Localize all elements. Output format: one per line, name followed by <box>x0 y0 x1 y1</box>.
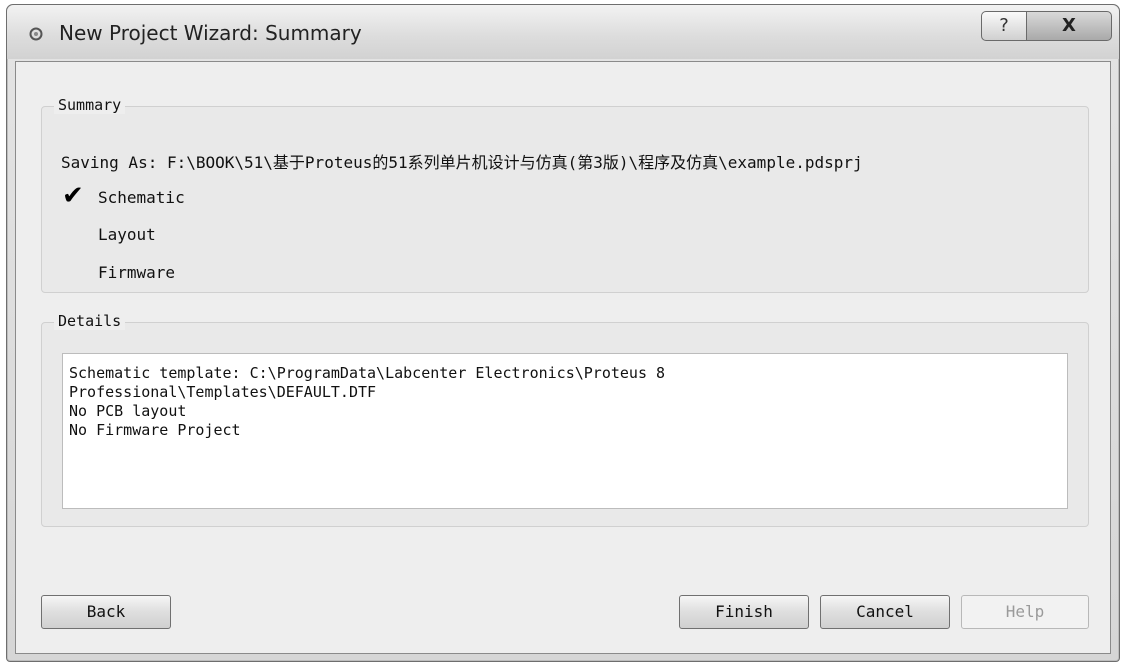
check-icon: ✔ <box>62 181 84 211</box>
summary-group: Summary Saving As: F:\BOOK\51\基于Proteus的… <box>41 96 1089 293</box>
details-line: No Firmware Project <box>69 421 241 439</box>
proteus-app-icon <box>29 27 43 41</box>
saving-as-path: Saving As: F:\BOOK\51\基于Proteus的51系列单片机设… <box>61 153 863 172</box>
option-schematic: Schematic <box>98 188 185 207</box>
help-title-button[interactable]: ? <box>981 11 1027 41</box>
title-bar[interactable]: New Project Wizard: Summary ? X <box>7 5 1119 59</box>
help-button[interactable]: Help <box>961 595 1089 629</box>
details-line: Schematic template: C:\ProgramData\Labce… <box>69 364 666 382</box>
details-textbox[interactable]: Schematic template: C:\ProgramData\Labce… <box>62 353 1068 509</box>
back-button[interactable]: Back <box>41 595 171 629</box>
details-group-label: Details <box>54 312 126 330</box>
dialog-client-area: Summary Saving As: F:\BOOK\51\基于Proteus的… <box>15 61 1111 654</box>
option-firmware: Firmware <box>98 263 176 282</box>
cancel-button[interactable]: Cancel <box>820 595 950 629</box>
details-line: Professional\Templates\DEFAULT.DTF <box>69 383 377 401</box>
details-line: No PCB layout <box>69 402 187 420</box>
details-group: Details Schematic template: C:\ProgramDa… <box>41 312 1089 527</box>
option-layout: Layout <box>98 225 156 244</box>
finish-button[interactable]: Finish <box>679 595 809 629</box>
window-title: New Project Wizard: Summary <box>59 21 362 45</box>
details-text: Schematic template: C:\ProgramData\Labce… <box>69 364 665 440</box>
summary-group-label: Summary <box>54 96 126 114</box>
close-button[interactable]: X <box>1026 11 1112 41</box>
new-project-wizard-window: New Project Wizard: Summary ? X Summary … <box>6 4 1120 662</box>
